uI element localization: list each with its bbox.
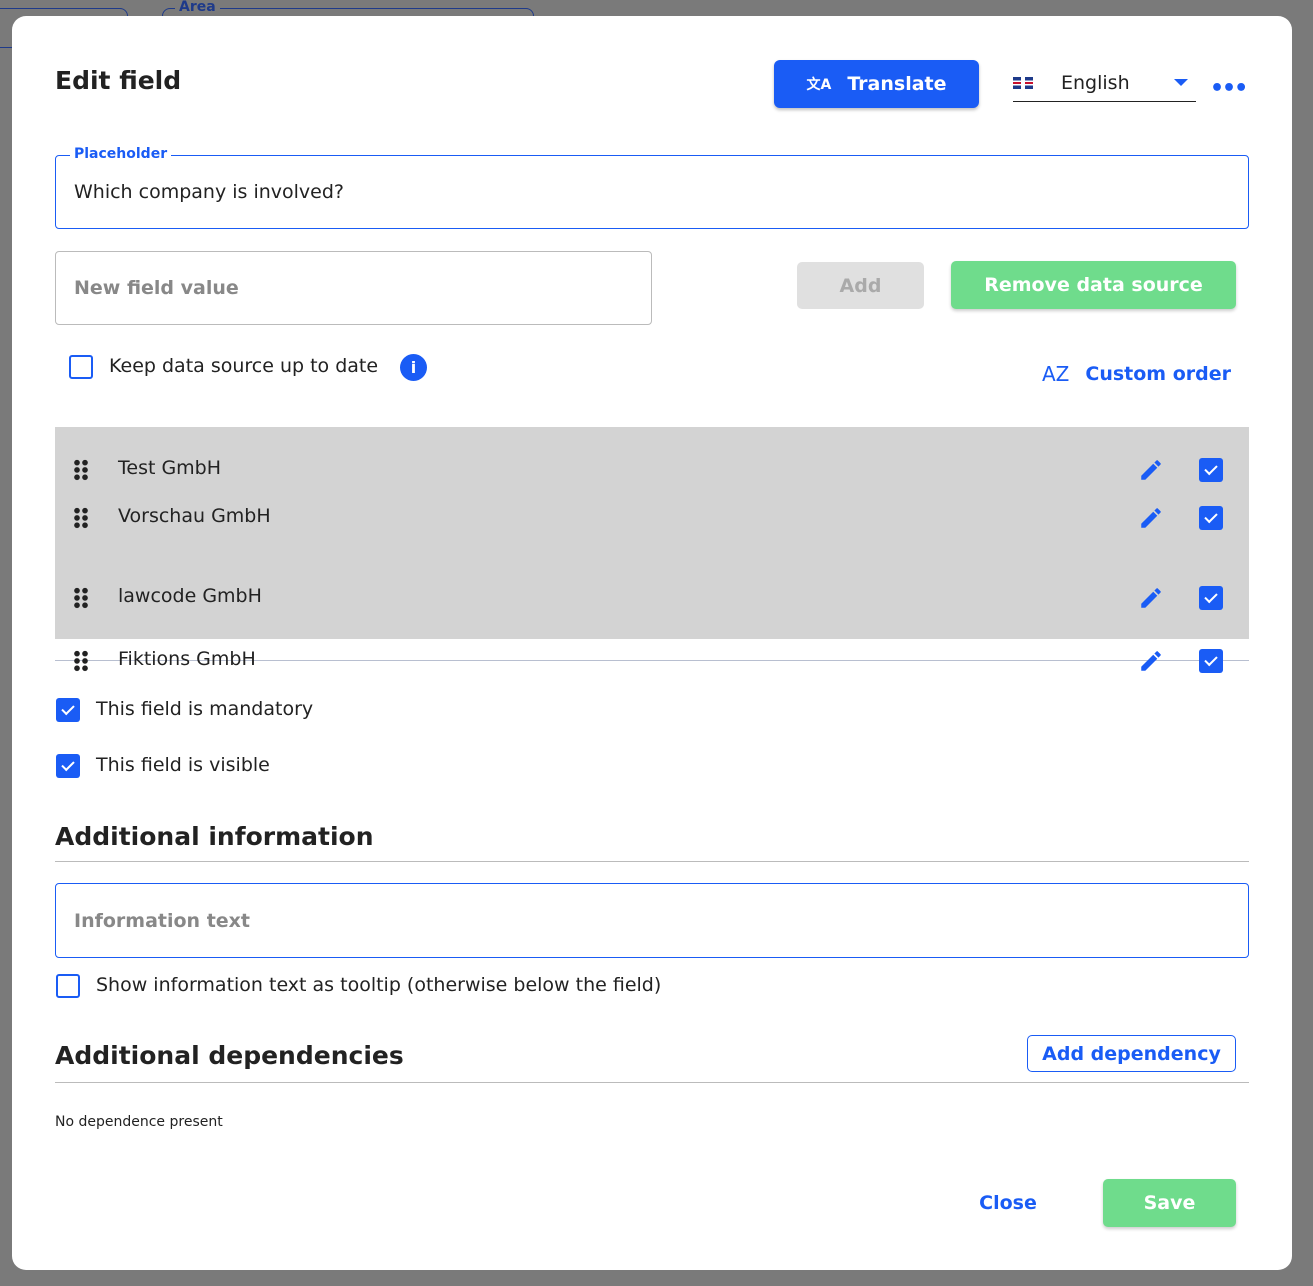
area-label: Area xyxy=(175,0,220,15)
visible-label: This field is visible xyxy=(96,754,270,776)
more-options-icon[interactable]: ••• xyxy=(1210,76,1248,101)
value-label: Vorschau GmbH xyxy=(118,505,271,527)
list-item[interactable]: Test GmbH xyxy=(55,449,1249,489)
edit-icon[interactable] xyxy=(1138,505,1164,531)
sort-az-icon: AZ xyxy=(1042,362,1070,386)
save-button[interactable]: Save xyxy=(1103,1179,1236,1227)
additional-information-heading: Additional information xyxy=(55,822,374,851)
new-field-value-input[interactable]: New field value xyxy=(55,251,652,325)
list-item[interactable]: lawcode GmbH xyxy=(55,577,1249,617)
edit-icon[interactable] xyxy=(1138,457,1164,483)
edit-icon[interactable] xyxy=(1138,585,1164,611)
divider xyxy=(55,1082,1249,1083)
translate-label: Translate xyxy=(847,73,947,95)
value-label: Test GmbH xyxy=(118,457,222,479)
no-dependency-text: No dependence present xyxy=(55,1114,223,1130)
value-label: lawcode GmbH xyxy=(118,585,262,607)
mandatory-label: This field is mandatory xyxy=(96,698,314,720)
drag-handle-icon[interactable] xyxy=(73,459,89,481)
add-dependency-button[interactable]: Add dependency xyxy=(1027,1035,1236,1072)
information-text-placeholder: Information text xyxy=(74,909,251,932)
new-field-value-placeholder: New field value xyxy=(74,277,239,299)
keep-up-to-date-label: Keep data source up to date xyxy=(109,355,379,377)
placeholder-value: Which company is involved? xyxy=(74,181,345,203)
custom-order-label: Custom order xyxy=(1085,363,1231,385)
value-checkbox[interactable] xyxy=(1199,649,1223,673)
language-select[interactable]: English xyxy=(1013,64,1196,102)
add-button[interactable]: Add xyxy=(797,262,924,309)
edit-icon[interactable] xyxy=(1138,648,1164,674)
drag-handle-icon[interactable] xyxy=(73,507,89,529)
value-checkbox[interactable] xyxy=(1199,458,1223,482)
info-icon[interactable]: i xyxy=(400,354,427,381)
list-item[interactable]: Vorschau GmbH xyxy=(55,497,1249,537)
drag-handle-icon[interactable] xyxy=(73,650,89,672)
language-value: English xyxy=(1061,71,1130,94)
information-text-input[interactable]: Information text xyxy=(55,883,1249,958)
keep-up-to-date-checkbox[interactable] xyxy=(69,355,93,379)
close-button[interactable]: Close xyxy=(967,1179,1049,1227)
divider xyxy=(55,861,1249,862)
list-item-dragging[interactable]: Fiktions GmbH xyxy=(55,640,1249,673)
custom-order-button[interactable]: AZ Custom order xyxy=(1042,362,1231,386)
chevron-down-icon xyxy=(1174,79,1188,86)
visible-checkbox[interactable] xyxy=(56,754,80,778)
tooltip-checkbox[interactable] xyxy=(56,974,80,998)
edit-field-dialog: Edit field 文A Translate English ••• Plac… xyxy=(12,16,1292,1270)
remove-data-source-button[interactable]: Remove data source xyxy=(951,261,1236,309)
translate-button[interactable]: 文A Translate xyxy=(774,60,979,108)
placeholder-label: Placeholder xyxy=(70,146,172,162)
drag-handle-icon[interactable] xyxy=(73,587,89,609)
dialog-title: Edit field xyxy=(55,66,182,95)
value-checkbox[interactable] xyxy=(1199,586,1223,610)
value-checkbox[interactable] xyxy=(1199,506,1223,530)
tooltip-label: Show information text as tooltip (otherw… xyxy=(96,974,662,996)
translate-icon: 文A xyxy=(806,77,832,93)
additional-dependencies-heading: Additional dependencies xyxy=(55,1041,404,1070)
mandatory-checkbox[interactable] xyxy=(56,698,80,722)
placeholder-input[interactable]: Placeholder Which company is involved? xyxy=(55,146,1249,229)
uk-flag-icon xyxy=(1013,76,1033,89)
value-label: Fiktions GmbH xyxy=(118,648,256,670)
value-list: Test GmbH Vorschau GmbH lawcode GmbH xyxy=(55,427,1249,639)
